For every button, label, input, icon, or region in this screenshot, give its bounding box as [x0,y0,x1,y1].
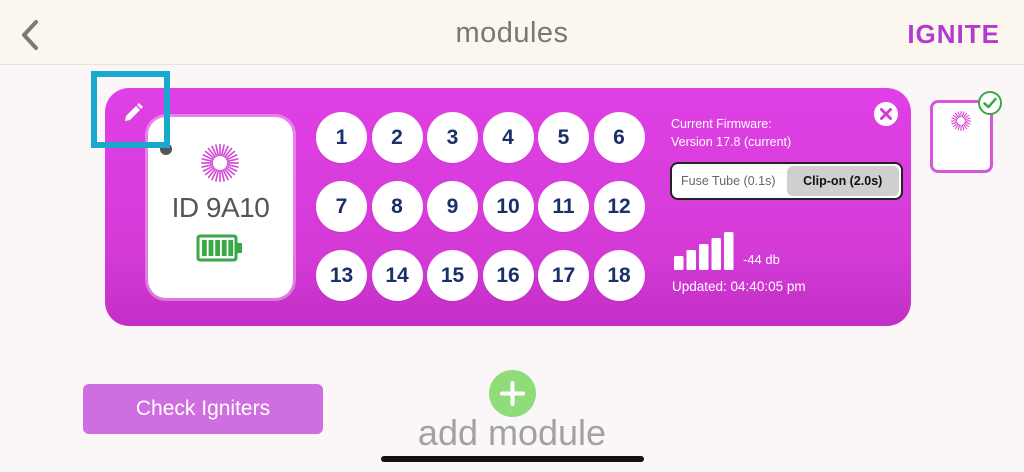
updated-time: Updated: 04:40:05 pm [672,279,806,294]
igniter-button-3[interactable]: 3 [427,112,478,163]
igniter-button-4[interactable]: 4 [482,112,534,163]
igniter-button-10[interactable]: 10 [482,181,534,232]
igniter-button-13[interactable]: 13 [316,250,367,301]
pencil-icon[interactable] [121,101,145,125]
igniter-button-17[interactable]: 17 [538,250,589,301]
firmware-version: Version 17.8 (current) [671,135,792,149]
home-indicator [381,456,644,462]
sunburst-icon [201,144,239,182]
page-title: modules [455,17,569,49]
igniter-button-12[interactable]: 12 [593,181,645,232]
igniter-button-14[interactable]: 14 [371,250,423,301]
igniter-mode-toggle[interactable]: Fuse Tube (0.1s) Clip-on (2.0s) [670,162,903,200]
add-module-label[interactable]: add module [384,412,640,454]
igniter-button-7[interactable]: 7 [316,181,367,232]
igniter-button-18[interactable]: 18 [593,250,645,301]
igniter-button-6[interactable]: 6 [593,112,645,163]
firmware-info: Current Firmware: Version 17.8 (current) [671,115,791,151]
igniter-button-16[interactable]: 16 [482,250,534,301]
plus-icon[interactable] [489,370,536,417]
mode-option-clip-on[interactable]: Clip-on (2.0s) [786,166,899,196]
mode-option-fuse-tube[interactable]: Fuse Tube (0.1s) [672,164,785,198]
check-igniters-button[interactable]: Check Igniters [83,384,323,434]
module-id-label: ID 9A10 [171,192,270,223]
brand-logo: IGNITE [907,19,1000,49]
igniter-button-8[interactable]: 8 [371,181,423,232]
close-icon[interactable] [874,102,898,126]
battery-icon [196,234,242,262]
igniter-button-5[interactable]: 5 [538,112,589,163]
igniter-button-2[interactable]: 2 [371,112,423,163]
header: modules IGNITE [0,0,1024,65]
sunburst-icon [951,111,971,131]
igniter-button-11[interactable]: 11 [538,181,589,232]
firmware-label: Current Firmware: [671,117,772,131]
signal-strength: -44 db [743,252,780,267]
check-icon [978,91,1002,115]
igniter-button-15[interactable]: 15 [427,250,478,301]
igniter-button-1[interactable]: 1 [316,112,367,163]
igniter-button-9[interactable]: 9 [427,181,478,232]
signal-icon [674,232,734,270]
